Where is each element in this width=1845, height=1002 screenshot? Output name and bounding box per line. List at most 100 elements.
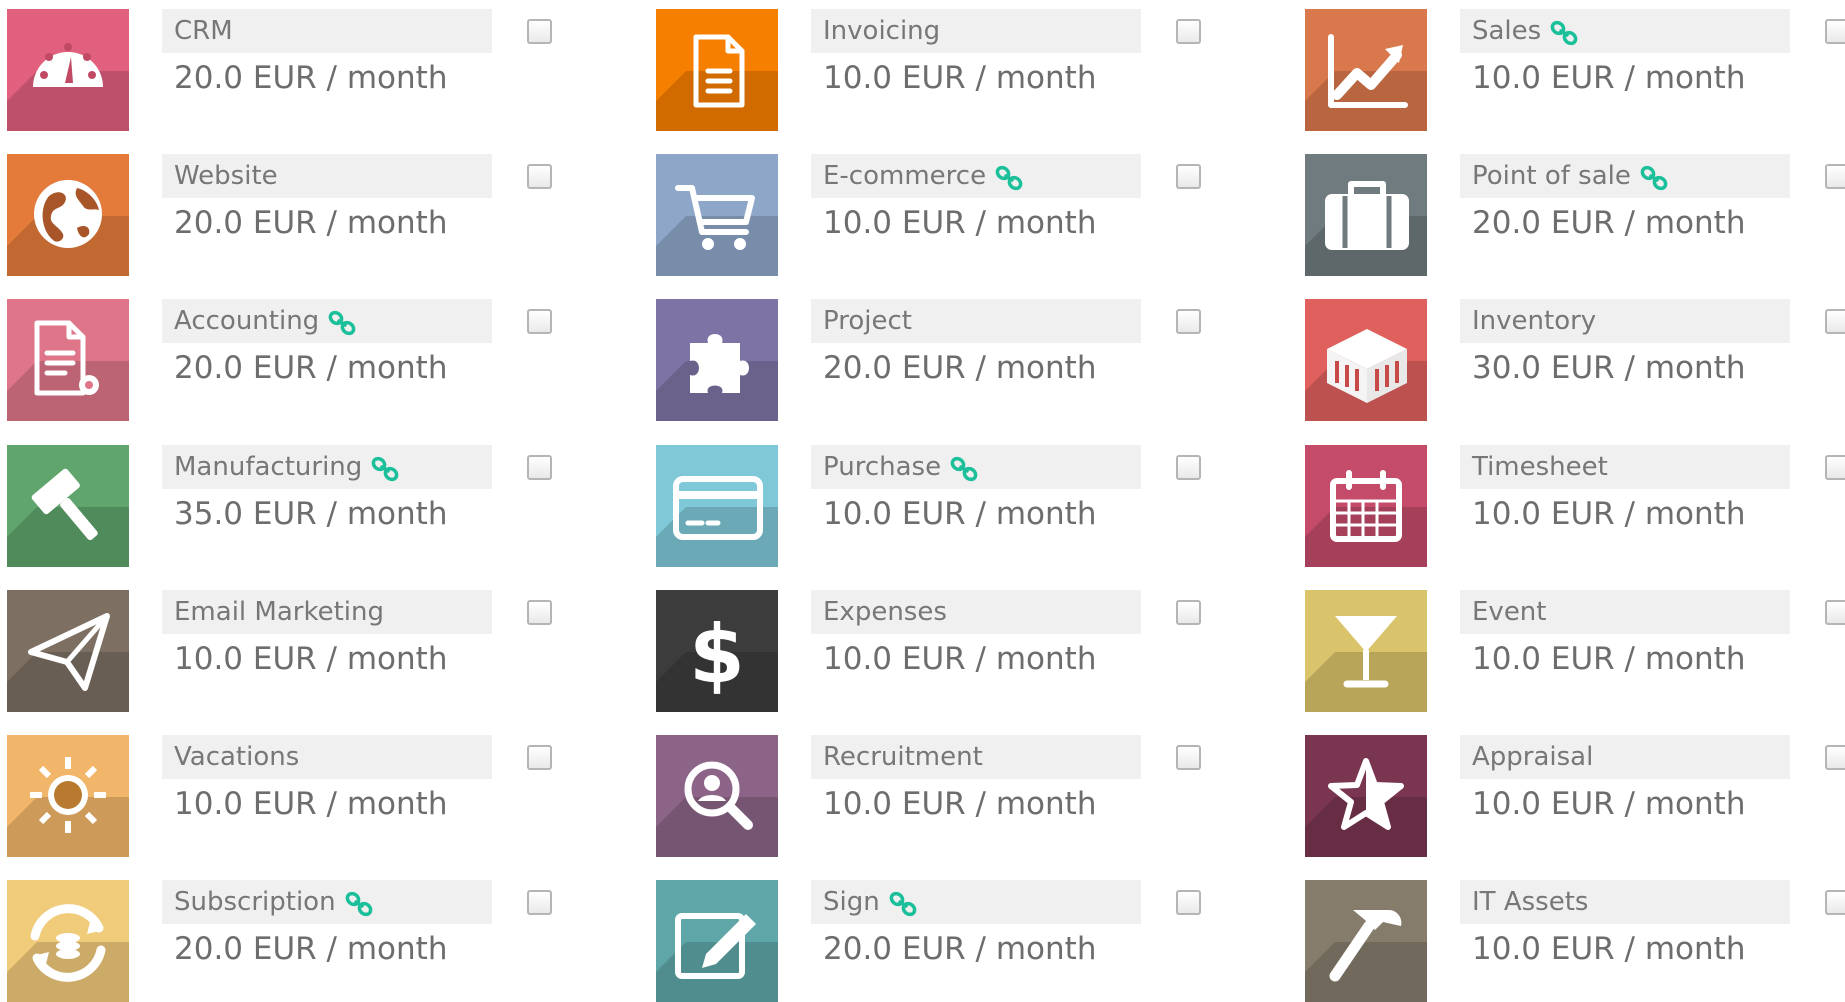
- link-icon: [370, 452, 400, 481]
- gauge-icon: [7, 43, 129, 131]
- app-select-checkbox[interactable]: [527, 890, 552, 915]
- app-name: Website: [174, 161, 278, 191]
- app-name-bar: Recruitment: [811, 735, 1141, 779]
- app-select-checkbox[interactable]: [1176, 890, 1201, 915]
- app-card-email_marketing: Email Marketing 10.0 EUR / month: [0, 581, 640, 712]
- app-name: Manufacturing: [174, 445, 400, 489]
- app-card-appraisal: Appraisal 10.0 EUR / month: [1298, 726, 1845, 857]
- app-card-crm: CRM 20.0 EUR / month: [0, 0, 640, 131]
- app-select-checkbox[interactable]: [1825, 745, 1845, 770]
- app-name: Accounting: [174, 299, 357, 343]
- briefcase-icon: [1305, 181, 1427, 276]
- app-price: 10.0 EUR / month: [823, 496, 1097, 532]
- app-select-checkbox[interactable]: [1825, 455, 1845, 480]
- svg-text:$: $: [689, 608, 745, 701]
- app-name: E-commerce: [823, 154, 1024, 198]
- link-icon: [344, 887, 374, 916]
- app-select-checkbox[interactable]: [1176, 745, 1201, 770]
- app-tile-manufacturing: [7, 445, 129, 567]
- cart-icon: [656, 185, 778, 276]
- app-name: Vacations: [174, 742, 300, 772]
- app-tile-invoicing: [656, 9, 778, 131]
- app-card-sales: Sales 10.0 EUR / month: [1298, 0, 1845, 131]
- hammer-icon: [1305, 910, 1427, 1002]
- app-price: 35.0 EUR / month: [174, 496, 448, 532]
- app-select-checkbox[interactable]: [1825, 309, 1845, 334]
- app-card-event: Event 10.0 EUR / month: [1298, 581, 1845, 712]
- app-name: CRM: [174, 16, 233, 46]
- app-name-bar: Invoicing: [811, 9, 1141, 53]
- app-name-bar: Point of sale: [1460, 154, 1790, 198]
- app-price: 20.0 EUR / month: [174, 931, 448, 967]
- app-tile-event: [1305, 590, 1427, 712]
- app-price: 10.0 EUR / month: [1472, 496, 1746, 532]
- app-card-expenses: $ Expenses 10.0 EUR / month: [649, 581, 1289, 712]
- app-select-checkbox[interactable]: [1176, 455, 1201, 480]
- app-price: 20.0 EUR / month: [174, 60, 448, 96]
- app-select-checkbox[interactable]: [1825, 164, 1845, 189]
- app-name-bar: Timesheet: [1460, 445, 1790, 489]
- app-card-ecommerce: E-commerce 10.0 EUR / month: [649, 145, 1289, 276]
- app-name-bar: Expenses: [811, 590, 1141, 634]
- app-name-bar: Sign: [811, 880, 1141, 924]
- app-tile-vacations: [7, 735, 129, 857]
- link-icon: [949, 452, 979, 481]
- app-name: Recruitment: [823, 742, 983, 772]
- app-select-checkbox[interactable]: [1176, 600, 1201, 625]
- app-tile-timesheet: [1305, 445, 1427, 567]
- app-select-checkbox[interactable]: [1825, 890, 1845, 915]
- app-tile-email_marketing: [7, 590, 129, 712]
- app-select-checkbox[interactable]: [527, 455, 552, 480]
- app-tile-website: [7, 154, 129, 276]
- app-select-checkbox[interactable]: [527, 309, 552, 334]
- app-select-checkbox[interactable]: [527, 19, 552, 44]
- app-price: 10.0 EUR / month: [1472, 641, 1746, 677]
- app-name: Subscription: [174, 880, 374, 924]
- app-price: 20.0 EUR / month: [823, 931, 1097, 967]
- app-name: IT Assets: [1472, 887, 1589, 917]
- warehouse-icon: [1305, 329, 1427, 421]
- sun-icon: [7, 757, 129, 857]
- app-select-checkbox[interactable]: [1176, 164, 1201, 189]
- app-price: 10.0 EUR / month: [1472, 931, 1746, 967]
- link-icon: [994, 161, 1024, 190]
- calendar-icon: [1305, 470, 1427, 567]
- app-card-timesheet: Timesheet 10.0 EUR / month: [1298, 436, 1845, 567]
- credit-card-icon: [656, 476, 778, 567]
- app-select-checkbox[interactable]: [527, 600, 552, 625]
- app-price: 10.0 EUR / month: [823, 786, 1097, 822]
- app-card-recruitment: Recruitment 10.0 EUR / month: [649, 726, 1289, 857]
- app-card-accounting: Accounting 20.0 EUR / month: [0, 290, 640, 421]
- document-icon: [656, 34, 778, 131]
- app-name: Sign: [823, 880, 918, 924]
- app-tile-it_assets: [1305, 880, 1427, 1002]
- app-price: 10.0 EUR / month: [1472, 60, 1746, 96]
- link-icon: [888, 887, 918, 916]
- app-price: 10.0 EUR / month: [823, 205, 1097, 241]
- app-name: Invoicing: [823, 16, 941, 46]
- app-card-subscription: Subscription 20.0 EUR / month: [0, 871, 640, 1002]
- app-card-vacations: Vacations 10.0 EUR / month: [0, 726, 640, 857]
- app-name-bar: Sales: [1460, 9, 1790, 53]
- app-price: 20.0 EUR / month: [174, 350, 448, 386]
- cocktail-glass-icon: [1305, 616, 1427, 712]
- app-select-checkbox[interactable]: [1176, 19, 1201, 44]
- app-name-bar: E-commerce: [811, 154, 1141, 198]
- app-price: 10.0 EUR / month: [823, 60, 1097, 96]
- app-tile-recruitment: [656, 735, 778, 857]
- app-tile-inventory: [1305, 299, 1427, 421]
- app-select-checkbox[interactable]: [1176, 309, 1201, 334]
- app-select-checkbox[interactable]: [527, 164, 552, 189]
- app-select-checkbox[interactable]: [527, 745, 552, 770]
- app-price: 10.0 EUR / month: [823, 641, 1097, 677]
- dollar-icon: $: [656, 608, 778, 712]
- app-tile-expenses: $: [656, 590, 778, 712]
- app-select-checkbox[interactable]: [1825, 600, 1845, 625]
- app-name: Event: [1472, 597, 1547, 627]
- app-tile-crm: [7, 9, 129, 131]
- app-price: 20.0 EUR / month: [1472, 205, 1746, 241]
- app-card-pos: Point of sale 20.0 EUR / month: [1298, 145, 1845, 276]
- app-select-checkbox[interactable]: [1825, 19, 1845, 44]
- document-gear-icon: [7, 320, 129, 421]
- app-name: Point of sale: [1472, 154, 1669, 198]
